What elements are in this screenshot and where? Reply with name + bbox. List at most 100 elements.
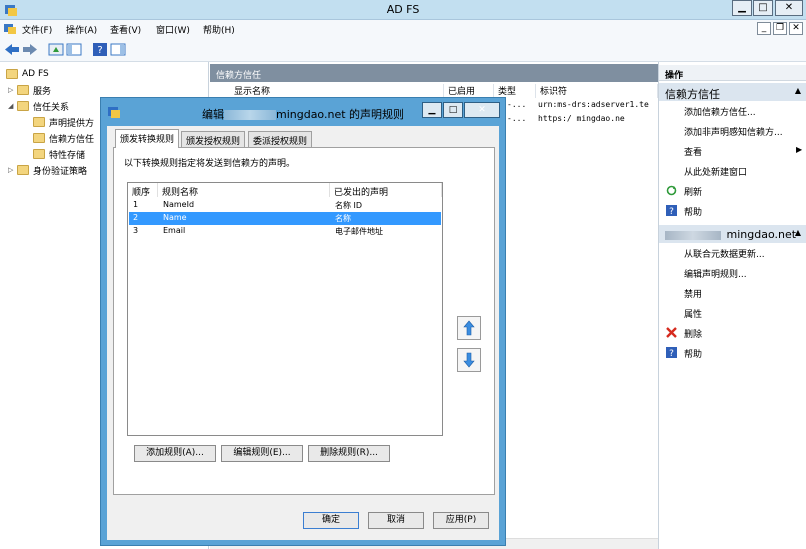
- svg-text:?: ?: [669, 349, 674, 358]
- tree-item[interactable]: ▷ 身份验证策略: [8, 162, 87, 178]
- svg-text:?: ?: [97, 45, 102, 56]
- tab-delegation-authorization[interactable]: 委派授权规则: [248, 131, 313, 147]
- menu-bar: 文件(F) 操作(A) 查看(V) 窗口(W) 帮助(H) _ ❐ ✕: [0, 20, 806, 38]
- folder-icon: [17, 85, 29, 95]
- action-item[interactable]: 帮助: [684, 205, 702, 218]
- toolbar: ?: [0, 38, 806, 62]
- tree-item[interactable]: 声明提供方: [24, 114, 94, 130]
- action-item[interactable]: 从此处新建窗口: [684, 165, 747, 178]
- mdi-minimize-button[interactable]: _: [757, 22, 771, 35]
- menu-file[interactable]: 文件(F): [22, 23, 52, 36]
- add-rule-button[interactable]: 添加规则(A)...: [134, 445, 216, 462]
- mmc-icon: [4, 24, 16, 34]
- dialog-maximize-button[interactable]: □: [443, 102, 463, 118]
- menu-window[interactable]: 窗口(W): [156, 23, 190, 36]
- action-item[interactable]: 编辑声明规则...: [684, 267, 747, 280]
- column-identifier[interactable]: 标识符: [536, 84, 658, 98]
- help-icon: ?: [666, 347, 677, 359]
- rule-cell-order: 1: [133, 200, 139, 209]
- show-hide-action-icon[interactable]: [110, 42, 126, 57]
- mdi-restore-button[interactable]: ❐: [773, 22, 787, 35]
- rules-list[interactable]: 顺序 规则名称 已发出的声明 1 NameId 名称 ID 2 Name 名称 3 Email…: [127, 182, 443, 436]
- folder-icon: [17, 165, 29, 175]
- dialog-body: 颁发转换规则 颁发授权规则 委派授权规则 以下转换规则指定将发送到信赖方的声明。…: [107, 126, 499, 540]
- apply-button[interactable]: 应用(P): [433, 512, 489, 529]
- folder-icon: [6, 69, 18, 79]
- action-item[interactable]: 查看: [684, 145, 702, 158]
- expand-arrow-icon[interactable]: ▷: [8, 86, 17, 94]
- mdi-close-button[interactable]: ✕: [789, 22, 803, 35]
- tree-item[interactable]: 特性存储: [24, 146, 85, 162]
- action-item[interactable]: 从联合元数据更新...: [684, 247, 765, 260]
- rp-row-2-type: -...: [507, 114, 527, 123]
- column-type[interactable]: 类型: [494, 84, 536, 98]
- tab-issuance-transform[interactable]: 颁发转换规则: [115, 129, 180, 148]
- back-arrow-icon[interactable]: [4, 42, 20, 57]
- blurred-name: [223, 110, 276, 120]
- results-pane-header: 信赖方信任: [210, 64, 658, 82]
- column-order[interactable]: 顺序: [128, 183, 158, 198]
- action-item[interactable]: 刷新: [684, 185, 702, 198]
- delete-rule-button[interactable]: 删除规则(R)...: [308, 445, 390, 462]
- column-display-name[interactable]: 显示名称: [230, 84, 444, 98]
- actions-pane: 操作 信赖方信任 ▲ 添加信赖方信任... 添加非声明感知信赖方... 查看 ▶ 从此处…: [658, 62, 806, 549]
- ok-button[interactable]: 确定: [303, 512, 359, 529]
- rp-row-1-type: -...: [507, 100, 527, 109]
- actions-section-selected[interactable]: mingdao.net ▲: [659, 225, 806, 243]
- rule-cell-claim: 电子邮件地址: [335, 227, 383, 236]
- minimize-button[interactable]: ▁: [732, 0, 752, 16]
- tree-root[interactable]: AD FS: [6, 66, 49, 82]
- up-folder-icon[interactable]: [48, 42, 64, 57]
- action-item[interactable]: 添加非声明感知信赖方...: [684, 125, 783, 138]
- collapse-arrow-icon: ▲: [794, 86, 801, 95]
- action-item[interactable]: 添加信赖方信任...: [684, 105, 756, 118]
- dialog-close-button[interactable]: ✕: [464, 102, 500, 118]
- help-icon: ?: [666, 205, 677, 217]
- main-title-bar: AD FS ▁ □ ✕: [0, 0, 806, 20]
- actions-title: 操作: [659, 65, 806, 81]
- rule-cell-name: Name: [163, 213, 187, 222]
- dialog-minimize-button[interactable]: ▁: [422, 102, 442, 118]
- tab-panel: 以下转换规则指定将发送到信赖方的声明。 顺序 规则名称 已发出的声明 1 Name…: [113, 147, 495, 495]
- column-enabled[interactable]: 已启用: [444, 84, 494, 98]
- action-item[interactable]: 帮助: [684, 347, 702, 360]
- folder-icon: [17, 101, 29, 111]
- rule-cell-order: 2: [133, 213, 139, 222]
- edit-claim-rules-dialog: 编辑 mingdao.net 的声明规则 ▁ □ ✕ 颁发转换规则 颁发授权规则 …: [100, 97, 506, 546]
- instruction-text: 以下转换规则指定将发送到信赖方的声明。: [124, 159, 296, 169]
- action-item[interactable]: 属性: [684, 307, 702, 320]
- forward-arrow-icon[interactable]: [22, 42, 38, 57]
- expand-arrow-icon[interactable]: ◢: [8, 102, 17, 110]
- expand-arrow-icon[interactable]: ▷: [8, 166, 17, 174]
- dialog-title-bar: 编辑 mingdao.net 的声明规则 ▁ □ ✕: [101, 98, 505, 126]
- action-item[interactable]: 删除: [684, 327, 702, 340]
- menu-view[interactable]: 查看(V): [110, 23, 141, 36]
- menu-help[interactable]: 帮助(H): [203, 23, 235, 36]
- tree-item[interactable]: 信赖方信任: [24, 130, 94, 146]
- tree-item-label: 信赖方信任: [49, 134, 95, 145]
- cancel-button[interactable]: 取消: [368, 512, 424, 529]
- column-issued-claims[interactable]: 已发出的声明: [330, 183, 442, 198]
- show-hide-tree-icon[interactable]: [66, 42, 82, 57]
- actions-section-rp-trusts[interactable]: 信赖方信任 ▲: [659, 83, 806, 101]
- tree-item[interactable]: ◢ 信任关系: [8, 98, 69, 114]
- rule-row[interactable]: 3 Email 电子邮件地址: [129, 225, 441, 238]
- tree-item[interactable]: ▷ 服务: [8, 82, 51, 98]
- help-toolbar-icon[interactable]: ?: [92, 42, 108, 57]
- tab-issuance-authorization[interactable]: 颁发授权规则: [181, 131, 246, 147]
- mdi-controls: _ ❐ ✕: [757, 22, 803, 36]
- menu-action[interactable]: 操作(A): [66, 23, 97, 36]
- rule-cell-claim: 名称: [335, 214, 351, 223]
- column-rule-name[interactable]: 规则名称: [158, 183, 330, 198]
- rule-row[interactable]: 2 Name 名称: [129, 212, 441, 225]
- folder-icon: [33, 133, 45, 143]
- rule-row[interactable]: 1 NameId 名称 ID: [129, 199, 441, 212]
- maximize-button[interactable]: □: [753, 0, 773, 16]
- edit-rule-button[interactable]: 编辑规则(E)...: [221, 445, 303, 462]
- refresh-icon: [666, 185, 677, 196]
- close-button[interactable]: ✕: [775, 0, 803, 16]
- rule-cell-order: 3: [133, 226, 139, 235]
- action-item[interactable]: 禁用: [684, 287, 702, 300]
- move-up-button[interactable]: [457, 316, 481, 340]
- move-down-button[interactable]: [457, 348, 481, 372]
